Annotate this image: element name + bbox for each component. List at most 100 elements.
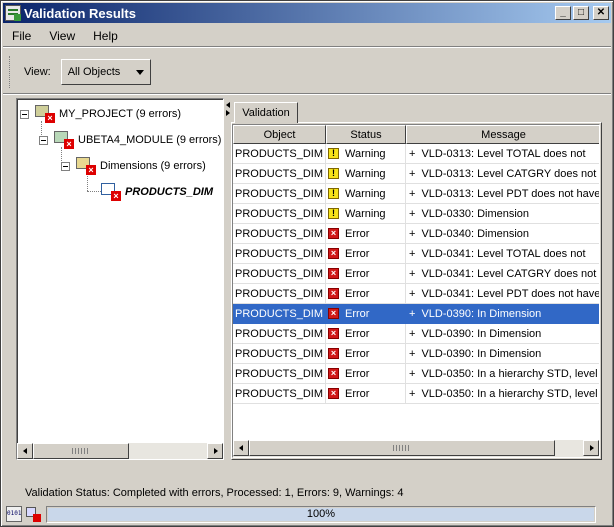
error-icon: × <box>328 288 339 299</box>
table-row[interactable]: PRODUCTS_DIM × Error + VLD-0340: Dimension <box>233 224 599 244</box>
cell-object: PRODUCTS_DIM <box>233 284 326 304</box>
toolbar: View: All Objects <box>3 50 611 94</box>
cell-message-text: VLD-0390: In Dimension <box>421 307 542 320</box>
cell-object-text: PRODUCTS_DIM <box>235 287 324 300</box>
table-row[interactable]: PRODUCTS_DIM × Error + VLD-0390: In Dimensio… <box>233 344 599 364</box>
title-bar[interactable]: Validation Results _ □ ✕ <box>3 3 611 23</box>
table-row[interactable]: PRODUCTS_DIM! Warning + VLD-0330: Dimension <box>233 204 599 224</box>
tree-node-dimensions[interactable]: × Dimensions (9 errors) <box>61 157 206 175</box>
table-row[interactable]: PRODUCTS_DIM! Warning + VLD-0313: Level TOT… <box>233 144 599 164</box>
expand-icon[interactable]: + <box>409 188 415 200</box>
maximize-button[interactable]: □ <box>573 6 589 20</box>
expand-icon[interactable]: + <box>409 288 415 300</box>
menu-file[interactable]: File <box>3 29 40 43</box>
tree-node-module[interactable]: × UBETA4_MODULE (9 errors) <box>39 131 221 149</box>
cell-status: × Error <box>326 344 406 364</box>
scroll-left-button[interactable] <box>17 443 33 459</box>
expand-icon[interactable]: + <box>409 268 415 280</box>
scroll-track[interactable] <box>249 440 583 457</box>
cell-status-text: Error <box>345 247 370 260</box>
table-row[interactable]: PRODUCTS_DIM × Error + VLD-0350: In a hierar… <box>233 364 599 384</box>
error-icon: × <box>328 268 339 279</box>
warning-icon: ! <box>328 188 339 199</box>
expand-icon[interactable]: + <box>409 328 415 340</box>
expand-icon[interactable]: + <box>409 148 415 160</box>
expand-icon[interactable]: + <box>409 248 415 260</box>
warning-icon: ! <box>328 168 339 179</box>
cell-message: + VLD-0390: In Dimension <box>406 304 599 324</box>
cell-status-text: Error <box>345 227 370 240</box>
cell-message: + VLD-0313: Level PDT does not have <box>406 184 599 204</box>
expand-icon[interactable]: + <box>409 208 415 220</box>
expand-icon[interactable]: + <box>409 228 415 240</box>
expand-icon[interactable]: + <box>409 388 415 400</box>
table-row[interactable]: PRODUCTS_DIM × Error + VLD-0390: In Dimensio… <box>233 304 599 324</box>
binary-icon[interactable]: 0101 <box>6 506 22 522</box>
scroll-right-button[interactable] <box>583 440 599 456</box>
collapse-toggle[interactable] <box>61 161 70 171</box>
cell-message: + VLD-0341: Level CATGRY does not <box>406 264 599 284</box>
toolbar-grip[interactable] <box>9 55 12 88</box>
cell-object-text: PRODUCTS_DIM <box>235 327 324 340</box>
tree-node-project[interactable]: × MY_PROJECT (9 errors) <box>20 105 181 123</box>
menu-file-label: File <box>12 28 32 43</box>
column-header-label: Message <box>481 128 526 141</box>
error-icon: × <box>328 368 339 379</box>
table-row[interactable]: PRODUCTS_DIM! Warning + VLD-0313: Level PDT… <box>233 184 599 204</box>
cell-message: + VLD-0313: Level TOTAL does not <box>406 144 599 164</box>
table-header: Object Status Message <box>233 125 599 144</box>
column-header-message[interactable]: Message <box>406 125 599 144</box>
scroll-right-button[interactable] <box>207 443 223 459</box>
cell-status-text: Warning <box>345 187 386 200</box>
table-row[interactable]: PRODUCTS_DIM × Error + VLD-0350: In a hierar… <box>233 384 599 404</box>
cell-message: + VLD-0330: Dimension <box>406 204 599 224</box>
collapse-right-icon[interactable] <box>226 110 230 116</box>
scroll-thumb[interactable] <box>249 440 555 456</box>
tree-node-products-dim[interactable]: × PRODUCTS_DIM <box>101 183 213 201</box>
table-row[interactable]: PRODUCTS_DIM! Warning + VLD-0313: Level CAT… <box>233 164 599 184</box>
scroll-left-button[interactable] <box>233 440 249 456</box>
table-horizontal-scrollbar[interactable] <box>233 440 599 457</box>
cell-message-text: VLD-0313: Level CATGRY does not <box>421 167 597 180</box>
column-header-status[interactable]: Status <box>326 125 406 144</box>
collapse-toggle[interactable] <box>20 109 29 119</box>
collapse-left-icon[interactable] <box>226 102 230 108</box>
scroll-thumb[interactable] <box>33 443 129 459</box>
error-config-icon[interactable] <box>25 506 41 522</box>
cell-object-text: PRODUCTS_DIM <box>235 347 324 360</box>
expand-icon[interactable]: + <box>409 168 415 180</box>
tab-validation[interactable]: Validation <box>234 102 298 123</box>
tree-horizontal-scrollbar[interactable] <box>17 443 223 459</box>
dimension-icon: × <box>101 183 121 201</box>
cell-status-text: Warning <box>345 147 386 160</box>
column-header-object[interactable]: Object <box>233 125 326 144</box>
table-row[interactable]: PRODUCTS_DIM × Error + VLD-0341: Level CATGR… <box>233 264 599 284</box>
expand-icon[interactable]: + <box>409 348 415 360</box>
cell-status: × Error <box>326 304 406 324</box>
expand-icon[interactable]: + <box>409 368 415 380</box>
view-select[interactable]: All Objects <box>60 58 151 85</box>
table-row[interactable]: PRODUCTS_DIM × Error + VLD-0341: Level PDT d… <box>233 284 599 304</box>
close-button[interactable]: ✕ <box>593 6 609 20</box>
cell-status-text: Error <box>345 307 370 320</box>
collapse-toggle[interactable] <box>39 135 48 145</box>
error-icon: × <box>328 328 339 339</box>
cell-object-text: PRODUCTS_DIM <box>235 227 324 240</box>
menu-bar: File View Help <box>3 25 611 47</box>
expand-icon[interactable]: + <box>409 308 415 320</box>
menu-help[interactable]: Help <box>84 29 127 43</box>
menu-view[interactable]: View <box>40 29 84 43</box>
cell-message-text: VLD-0340: Dimension <box>421 227 530 240</box>
tree-node-label: Dimensions (9 errors) <box>100 160 206 172</box>
scroll-track[interactable] <box>33 443 207 459</box>
view-label: View: <box>24 65 51 78</box>
cell-message: + VLD-0340: Dimension <box>406 224 599 244</box>
table-row[interactable]: PRODUCTS_DIM × Error + VLD-0390: In Dimensio… <box>233 324 599 344</box>
table-row[interactable]: PRODUCTS_DIM × Error + VLD-0341: Level TOTAL… <box>233 244 599 264</box>
cell-object: PRODUCTS_DIM <box>233 384 326 404</box>
status-bar: 0101 100% <box>3 504 611 524</box>
cell-message-text: VLD-0350: In a hierarchy STD, level <box>421 387 598 400</box>
object-tree[interactable]: × MY_PROJECT (9 errors) × UBETA4_MODULE … <box>16 98 224 460</box>
minimize-button[interactable]: _ <box>555 6 571 20</box>
cell-object-text: PRODUCTS_DIM <box>235 247 324 260</box>
